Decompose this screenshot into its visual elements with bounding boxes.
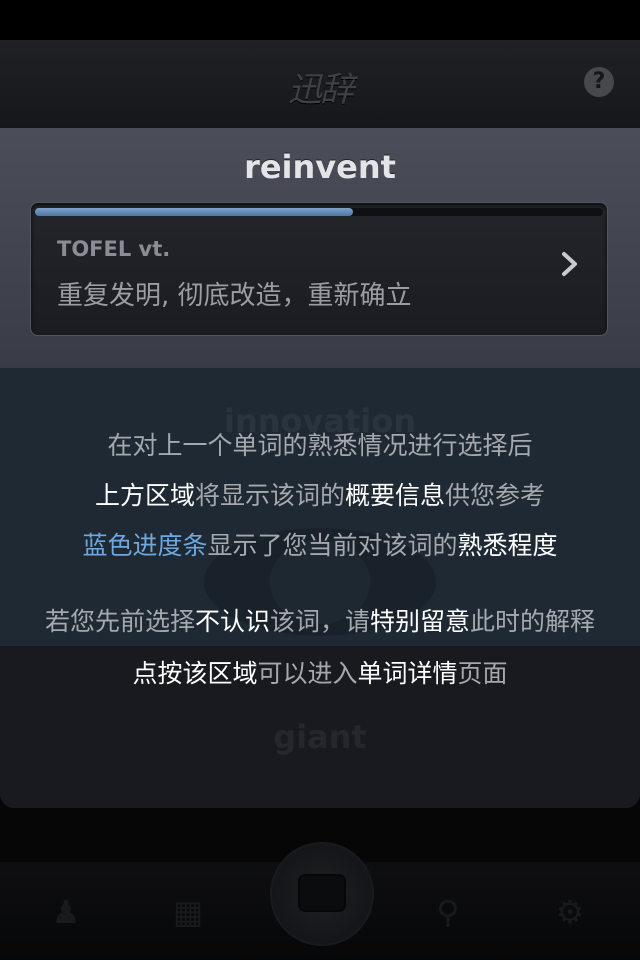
word-tag: TOFEL vt. [57, 237, 171, 261]
line5-segment-0: 点按该区域 [132, 659, 258, 688]
familiarity-progress-fill [35, 208, 354, 216]
tip-line-1: 在对上一个单词的熟悉情况进行选择后 [0, 426, 640, 462]
line4-segment-3: 特别留意 [370, 607, 471, 636]
line4-segment-0: 若您先前选择 [44, 607, 195, 636]
app-logo: 迅辞 [288, 70, 354, 110]
line1-segment-0: 在对上一个单词的熟悉情况进行选择后 [107, 431, 533, 460]
line5-segment-2: 单词详情 [357, 659, 458, 688]
line2-segment-0: 上方区域 [94, 481, 195, 510]
line3-segment-1: 显示了您当前对该词的 [207, 531, 458, 560]
help-button[interactable]: ? [584, 67, 614, 97]
tip-line-4: 若您先前选择不认识该词，请特别留意此时的解释 [0, 602, 640, 638]
word-summary-panel[interactable]: reinvent TOFEL vt. 重复发明, 彻底改造，重新确立 [0, 128, 640, 368]
tip-line-5: 点按该区域可以进入单词详情页面 [0, 654, 640, 690]
definition-box[interactable]: TOFEL vt. 重复发明, 彻底改造，重新确立 [30, 202, 608, 336]
line3-segment-0: 蓝色进度条 [82, 531, 208, 560]
line2-segment-3: 供您参考 [445, 481, 546, 510]
line4-segment-1: 不认识 [194, 607, 270, 636]
familiarity-progress-track [35, 208, 603, 216]
word-definition: 重复发明, 彻底改造，重新确立 [57, 281, 412, 311]
line5-segment-1: 可以进入 [257, 659, 358, 688]
line4-segment-4: 此时的解释 [470, 607, 596, 636]
line5-segment-3: 页面 [457, 659, 508, 688]
status-bar [0, 0, 640, 40]
line3-segment-2: 熟悉程度 [457, 531, 558, 560]
chevron-right-icon [562, 252, 577, 276]
tip-line-2: 上方区域将显示该词的概要信息供您参考 [0, 476, 640, 512]
nav-bar: 迅辞 ? [0, 40, 640, 129]
line4-segment-2: 该词，请 [269, 607, 370, 636]
line2-segment-1: 将显示该词的 [194, 481, 345, 510]
current-word: reinvent [244, 148, 396, 186]
tutorial-overlay-lower[interactable] [0, 646, 640, 960]
tip-line-3: 蓝色进度条显示了您当前对该词的熟悉程度 [0, 526, 640, 562]
line2-segment-2: 概要信息 [345, 481, 446, 510]
